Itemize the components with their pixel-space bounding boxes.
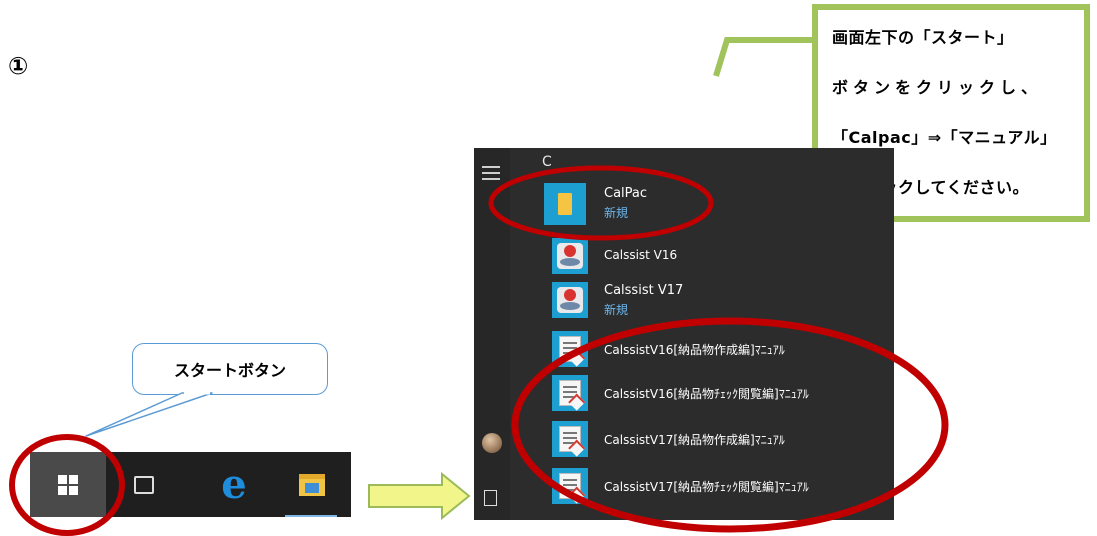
right-arrow-icon [368, 471, 471, 521]
start-menu: C CalPac 新規 Calssist V16 Calssist V17 新規… [474, 148, 894, 520]
bubble-tail [85, 392, 213, 437]
start-menu-rail [474, 148, 510, 520]
file-explorer-button[interactable] [288, 452, 336, 517]
menu-item-manual-v17-check[interactable]: CalssistV17[納品物ﾁｪｯｸ閲覧編]ﾏﾆｭｱﾙ [552, 467, 892, 505]
menu-item-label: CalssistV16[納品物作成編]ﾏﾆｭｱﾙ [604, 343, 785, 357]
task-view-button[interactable] [124, 452, 164, 517]
edge-browser-button[interactable]: e [210, 452, 258, 517]
edge-browser-icon: e [221, 460, 247, 508]
manual-tile [552, 331, 588, 367]
start-button-callout: スタートボタン [132, 343, 328, 395]
menu-item-label: CalssistV17[納品物ﾁｪｯｸ閲覧編]ﾏﾆｭｱﾙ [604, 480, 809, 494]
folder-icon [558, 193, 572, 215]
file-explorer-icon [299, 473, 325, 496]
instruction-line-2: ボタンをクリックし、 [832, 78, 1043, 97]
task-view-icon [134, 475, 154, 494]
new-badge: 新規 [604, 206, 629, 220]
menu-item-calssist-v17[interactable]: Calssist V17 新規 [552, 281, 892, 319]
menu-item-label: Calssist V17 [604, 283, 684, 298]
calssist-v17-tile [552, 282, 588, 318]
calssist-app-icon [557, 287, 583, 313]
new-badge: 新規 [604, 303, 629, 317]
manual-document-icon [559, 336, 581, 362]
callout-pointer-line [713, 37, 812, 77]
calssist-app-icon [557, 243, 583, 269]
instruction-line-1: 画面左下の「スタート」 [832, 28, 1014, 47]
menu-item-manual-v16-create[interactable]: CalssistV16[納品物作成編]ﾏﾆｭｱﾙ [552, 330, 892, 368]
documents-icon[interactable] [484, 490, 497, 506]
menu-item-label: CalssistV17[納品物作成編]ﾏﾆｭｱﾙ [604, 433, 785, 447]
calssist-v16-tile [552, 238, 588, 274]
taskbar: e [30, 452, 351, 517]
user-avatar[interactable] [482, 433, 502, 453]
menu-item-manual-v17-create[interactable]: CalssistV17[納品物作成編]ﾏﾆｭｱﾙ [552, 420, 892, 458]
menu-item-calpac[interactable]: CalPac 新規 [544, 183, 892, 225]
manual-tile [552, 468, 588, 504]
active-app-indicator [285, 515, 337, 517]
menu-item-manual-v16-check[interactable]: CalssistV16[納品物ﾁｪｯｸ閲覧編]ﾏﾆｭｱﾙ [552, 374, 892, 412]
manual-document-icon [559, 380, 581, 406]
manual-tile [552, 421, 588, 457]
windows-start-icon [58, 474, 78, 495]
menu-item-label: Calssist V16 [604, 248, 678, 262]
calpac-tile [544, 183, 586, 225]
menu-item-label: CalssistV16[納品物ﾁｪｯｸ閲覧編]ﾏﾆｭｱﾙ [604, 387, 809, 401]
manual-tile [552, 375, 588, 411]
menu-item-calssist-v16[interactable]: Calssist V16 [552, 237, 892, 275]
section-letter: C [542, 154, 552, 170]
manual-document-icon [559, 473, 581, 499]
manual-document-icon [559, 426, 581, 452]
start-button[interactable] [30, 452, 106, 517]
step-number: ① [8, 52, 29, 80]
menu-item-label: CalPac [604, 186, 648, 201]
hamburger-menu-icon[interactable] [482, 166, 500, 184]
